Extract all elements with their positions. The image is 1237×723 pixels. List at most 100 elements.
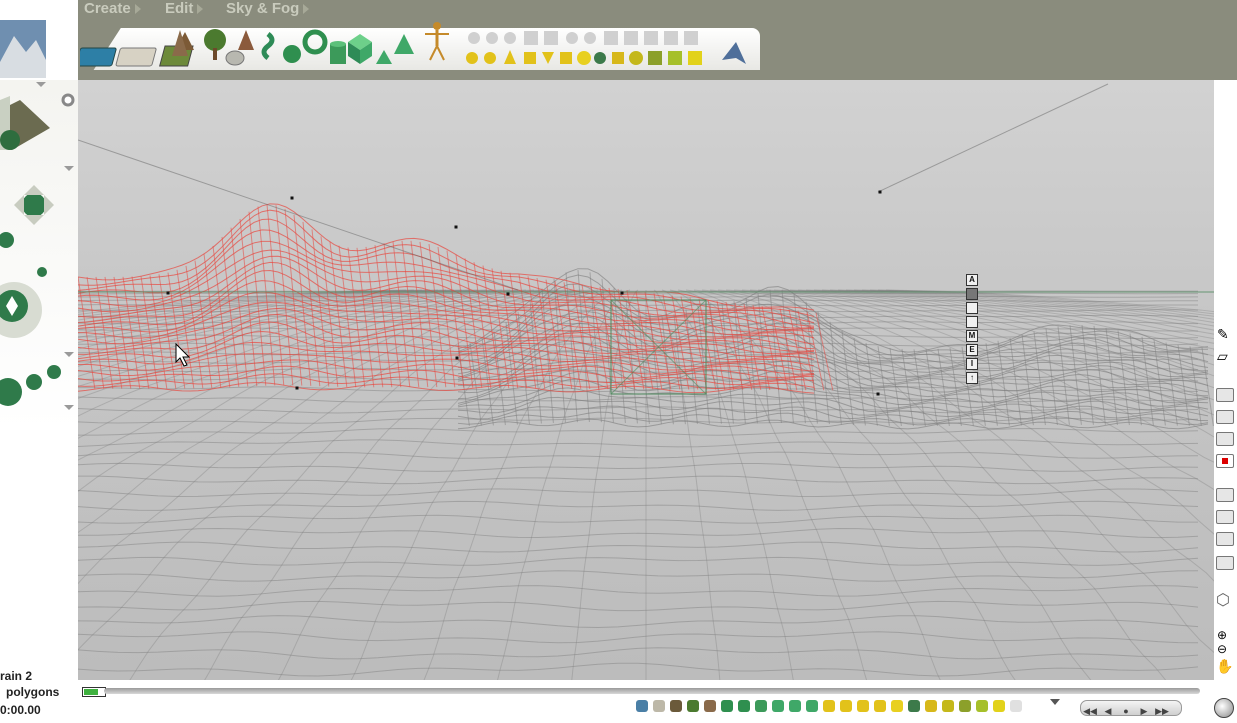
selection-handle[interactable] bbox=[876, 392, 880, 396]
cone-icon[interactable] bbox=[394, 34, 414, 54]
mini-tool-icon[interactable] bbox=[823, 700, 835, 712]
gizmo-center-button[interactable] bbox=[966, 316, 978, 328]
panel-icon[interactable] bbox=[1216, 532, 1234, 546]
ground-grid-row bbox=[78, 427, 1199, 436]
mini-tool-icon[interactable] bbox=[636, 700, 648, 712]
ground-icon[interactable] bbox=[115, 47, 157, 67]
mini-tool-icon[interactable] bbox=[874, 700, 886, 712]
selection-handle[interactable] bbox=[166, 291, 170, 295]
mini-tool-icon[interactable] bbox=[925, 700, 937, 712]
gizmo-i-button[interactable]: I bbox=[966, 358, 978, 370]
mini-tool-icon[interactable] bbox=[738, 700, 750, 712]
mini-tool-icon[interactable] bbox=[976, 700, 988, 712]
water-icon[interactable] bbox=[80, 47, 117, 67]
terrain-wireframe[interactable] bbox=[78, 80, 1214, 680]
menu-sky-fog[interactable]: Sky & Fog bbox=[226, 0, 310, 20]
hand-icon[interactable]: ✋ bbox=[1216, 658, 1233, 675]
mini-tool-icon[interactable] bbox=[704, 700, 716, 712]
mini-tool-icon[interactable] bbox=[721, 700, 733, 712]
gizmo-up-button[interactable]: ↑ bbox=[966, 372, 978, 384]
gizmo-a-button[interactable]: A bbox=[966, 274, 978, 286]
gizmo-e-button[interactable]: E bbox=[966, 344, 978, 356]
spiral-icon[interactable] bbox=[261, 32, 275, 60]
zoom-in-icon[interactable]: ⊕ bbox=[1217, 628, 1227, 642]
torus-icon[interactable] bbox=[302, 29, 328, 55]
ground-grid-row bbox=[78, 527, 1199, 539]
mini-tool-icon[interactable] bbox=[670, 700, 682, 712]
tree-icon[interactable] bbox=[204, 29, 226, 60]
forward-button[interactable]: ▶▶ bbox=[1153, 705, 1171, 717]
sphere-icon[interactable] bbox=[283, 45, 301, 63]
mini-tool-icon[interactable] bbox=[908, 700, 920, 712]
list-icon[interactable] bbox=[1216, 488, 1234, 502]
cylinder-icon[interactable] bbox=[330, 41, 346, 64]
plant-icon[interactable] bbox=[238, 30, 254, 50]
mini-tool-icon[interactable] bbox=[942, 700, 954, 712]
selection-handle[interactable] bbox=[295, 386, 299, 390]
selected-terrain-row bbox=[78, 365, 815, 386]
dropdown-panel-icon[interactable] bbox=[1216, 556, 1234, 570]
window-icon[interactable] bbox=[1216, 388, 1234, 402]
ground-grid-row bbox=[78, 514, 1199, 524]
move-tool-icon[interactable] bbox=[14, 185, 54, 225]
rewind-button[interactable]: ◀◀ bbox=[1081, 705, 1099, 717]
3d-viewport[interactable]: A M E I ↑ bbox=[78, 80, 1214, 680]
guide-line bbox=[877, 83, 1109, 193]
mini-tool-icon[interactable] bbox=[772, 700, 784, 712]
selection-handle[interactable] bbox=[878, 190, 882, 194]
prev-frame-button[interactable]: ◀ bbox=[1099, 705, 1117, 717]
gizmo-solid-button[interactable] bbox=[966, 288, 978, 300]
move-dropdown-icon[interactable] bbox=[64, 166, 74, 171]
cube-wire-icon[interactable]: ⬡ bbox=[1216, 590, 1230, 610]
ground-grid-row bbox=[78, 647, 1199, 660]
cube-icon[interactable] bbox=[348, 34, 372, 64]
zoom-out-icon[interactable]: ⊖ bbox=[1217, 642, 1227, 656]
eraser-icon[interactable]: ▱ bbox=[1217, 348, 1228, 365]
human-figure-icon[interactable] bbox=[425, 22, 449, 61]
gray-presets-icons[interactable] bbox=[468, 31, 698, 45]
mini-tool-icon[interactable] bbox=[840, 700, 852, 712]
selection-handle[interactable] bbox=[506, 292, 510, 296]
mini-tool-icon[interactable] bbox=[857, 700, 869, 712]
play-button[interactable]: ▶ bbox=[1135, 705, 1153, 717]
mini-tool-icon[interactable] bbox=[993, 700, 1005, 712]
render-dot-icon[interactable] bbox=[61, 93, 75, 107]
mini-tool-icon[interactable] bbox=[687, 700, 699, 712]
layers-icon[interactable] bbox=[1216, 510, 1234, 524]
mini-tool-icon[interactable] bbox=[789, 700, 801, 712]
menu-create[interactable]: Create bbox=[84, 0, 141, 20]
pen-icon[interactable]: ✎ bbox=[1217, 326, 1229, 343]
zoom-dropdown-icon[interactable] bbox=[64, 405, 74, 410]
gizmo-link-button[interactable] bbox=[966, 302, 978, 314]
mini-tool-icon[interactable] bbox=[755, 700, 767, 712]
mini-tool-icon[interactable] bbox=[1010, 700, 1022, 712]
selection-handle[interactable] bbox=[454, 225, 458, 229]
mini-tool-icon[interactable] bbox=[806, 700, 818, 712]
gizmo-m-button[interactable]: M bbox=[966, 330, 978, 342]
record-icon[interactable] bbox=[1216, 454, 1234, 468]
camera-icon[interactable] bbox=[722, 42, 746, 64]
navigate-dropdown-icon[interactable] bbox=[64, 352, 74, 357]
stop-button[interactable]: ● bbox=[1117, 705, 1135, 717]
menu-edit[interactable]: Edit bbox=[165, 0, 204, 20]
selection-handle[interactable] bbox=[620, 291, 624, 295]
mini-tool-icon[interactable] bbox=[959, 700, 971, 712]
stone-icon[interactable] bbox=[225, 50, 245, 66]
preview-thumbnail[interactable] bbox=[0, 20, 46, 78]
selection-handle[interactable] bbox=[290, 196, 294, 200]
world-preview-dropdown-icon[interactable] bbox=[36, 82, 46, 87]
globe-icon[interactable] bbox=[1214, 698, 1234, 718]
rotate-tool-icon[interactable] bbox=[0, 232, 47, 277]
timeline-scrubber[interactable] bbox=[104, 688, 1200, 694]
light-primitives-icons[interactable] bbox=[466, 50, 702, 65]
ground-plane-icon[interactable] bbox=[0, 96, 50, 150]
navigate-ball-icon[interactable] bbox=[0, 282, 42, 338]
mini-tool-icon[interactable] bbox=[653, 700, 665, 712]
selection-handle[interactable] bbox=[455, 356, 459, 360]
zoom-spheres-icon[interactable] bbox=[0, 365, 61, 406]
window-small-icon[interactable] bbox=[1216, 410, 1234, 424]
pyramid-icon[interactable] bbox=[376, 50, 392, 64]
window-left-icon[interactable] bbox=[1216, 432, 1234, 446]
mini-toolbar-dropdown-icon[interactable] bbox=[1050, 699, 1060, 705]
mini-tool-icon[interactable] bbox=[891, 700, 903, 712]
